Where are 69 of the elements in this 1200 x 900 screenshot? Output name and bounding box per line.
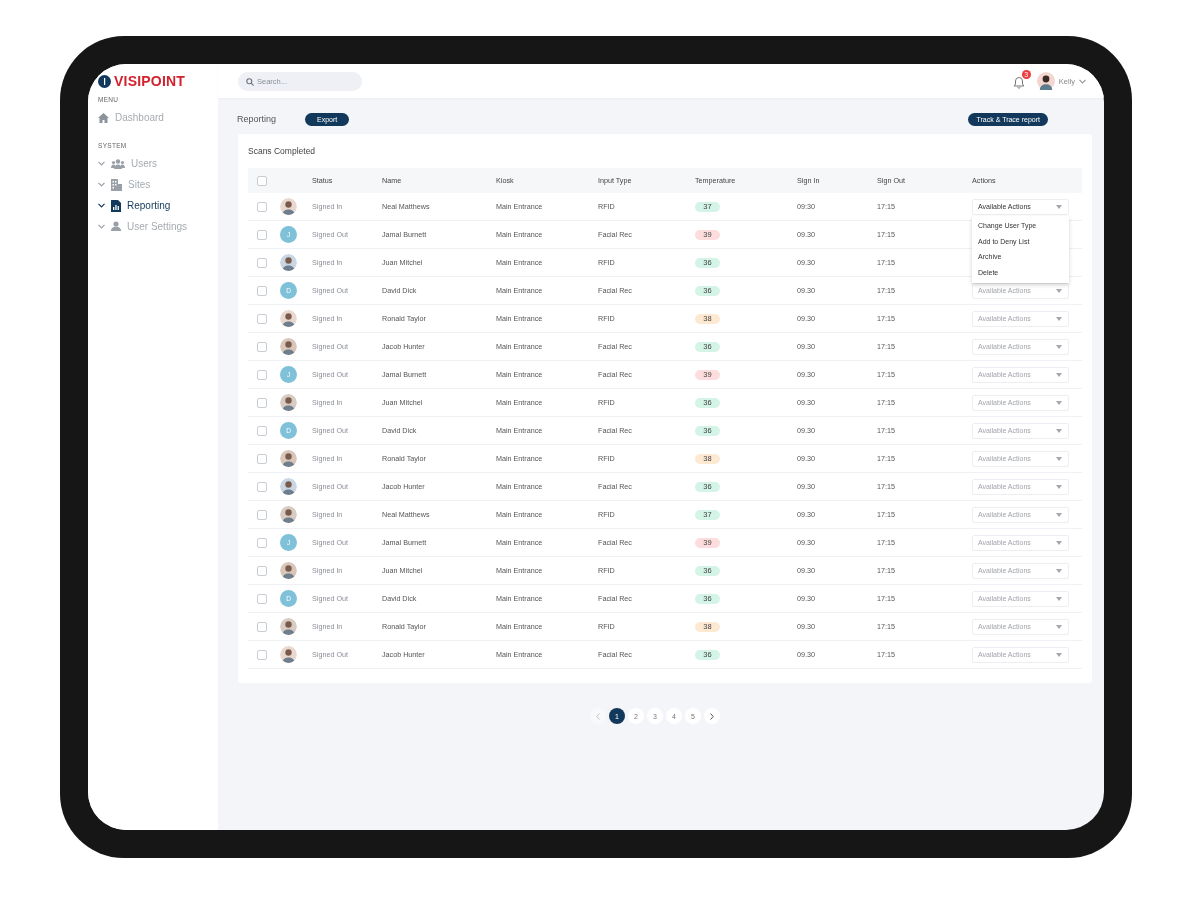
chevron-down-icon	[1079, 78, 1086, 84]
checkbox[interactable]	[257, 257, 267, 268]
caret-icon	[1056, 512, 1062, 517]
caret-icon	[1056, 372, 1062, 377]
users-icon	[111, 158, 125, 169]
avatar	[280, 618, 297, 635]
avatar	[280, 198, 297, 215]
chevron-down-icon	[98, 203, 105, 208]
avatar	[1036, 72, 1055, 90]
chevron-down-icon	[98, 224, 105, 229]
caret-icon	[1056, 204, 1062, 209]
report-icon	[111, 199, 121, 212]
bell-icon[interactable]	[1012, 75, 1025, 89]
caret-icon	[1056, 316, 1062, 321]
next-page-button[interactable]	[704, 708, 720, 724]
building-icon	[111, 178, 122, 191]
caret-icon	[1056, 652, 1062, 657]
checkbox[interactable]	[257, 481, 267, 492]
chevron-left-icon	[596, 712, 600, 720]
avatar	[280, 310, 297, 327]
caret-icon	[1056, 344, 1062, 349]
avatar	[280, 450, 297, 467]
search-icon	[246, 77, 254, 86]
sidebar-item[interactable]: Users	[98, 153, 218, 174]
caret-icon	[1056, 568, 1062, 573]
brand-name: VISIPOINT	[114, 73, 186, 89]
checkbox[interactable]	[257, 453, 267, 464]
avatar	[280, 254, 297, 271]
chevron-right-icon	[710, 712, 714, 720]
sidebar-item[interactable]: Dashboard	[98, 107, 218, 128]
person-icon	[111, 220, 121, 233]
checkbox[interactable]	[257, 369, 267, 380]
caret-icon	[1056, 400, 1062, 405]
checkbox[interactable]	[257, 649, 267, 660]
avatar	[280, 646, 297, 663]
checkbox[interactable]	[257, 341, 267, 352]
caret-icon	[1056, 456, 1062, 461]
caret-icon	[1056, 484, 1062, 489]
page-title: Reporting	[237, 114, 278, 124]
avatar	[280, 478, 297, 495]
checkbox[interactable]	[257, 621, 267, 632]
checkbox[interactable]	[257, 175, 267, 186]
chevron-down-icon	[98, 182, 105, 187]
logo-icon	[98, 74, 111, 88]
avatar	[280, 506, 297, 523]
caret-icon	[1056, 428, 1062, 433]
table-title: Scans Completed	[248, 145, 317, 158]
caret-icon	[1056, 596, 1062, 601]
caret-icon	[1056, 540, 1062, 545]
checkbox[interactable]	[257, 397, 267, 408]
sidebar-item[interactable]: User Settings	[98, 216, 218, 237]
chevron-down-icon	[98, 161, 105, 166]
checkbox[interactable]	[257, 425, 267, 436]
checkbox[interactable]	[257, 509, 267, 520]
checkbox[interactable]	[257, 229, 267, 240]
checkbox[interactable]	[257, 537, 267, 548]
checkbox[interactable]	[257, 593, 267, 604]
caret-icon	[1056, 624, 1062, 629]
checkbox[interactable]	[257, 201, 267, 212]
caret-icon	[1056, 288, 1062, 293]
avatar	[280, 338, 297, 355]
sidebar-item[interactable]: Reporting	[98, 195, 218, 216]
checkbox[interactable]	[257, 313, 267, 324]
sidebar-item[interactable]: Sites	[98, 174, 218, 195]
avatar	[280, 562, 297, 579]
checkbox[interactable]	[257, 565, 267, 576]
checkbox[interactable]	[257, 285, 267, 296]
home-icon	[98, 112, 109, 123]
avatar	[280, 394, 297, 411]
